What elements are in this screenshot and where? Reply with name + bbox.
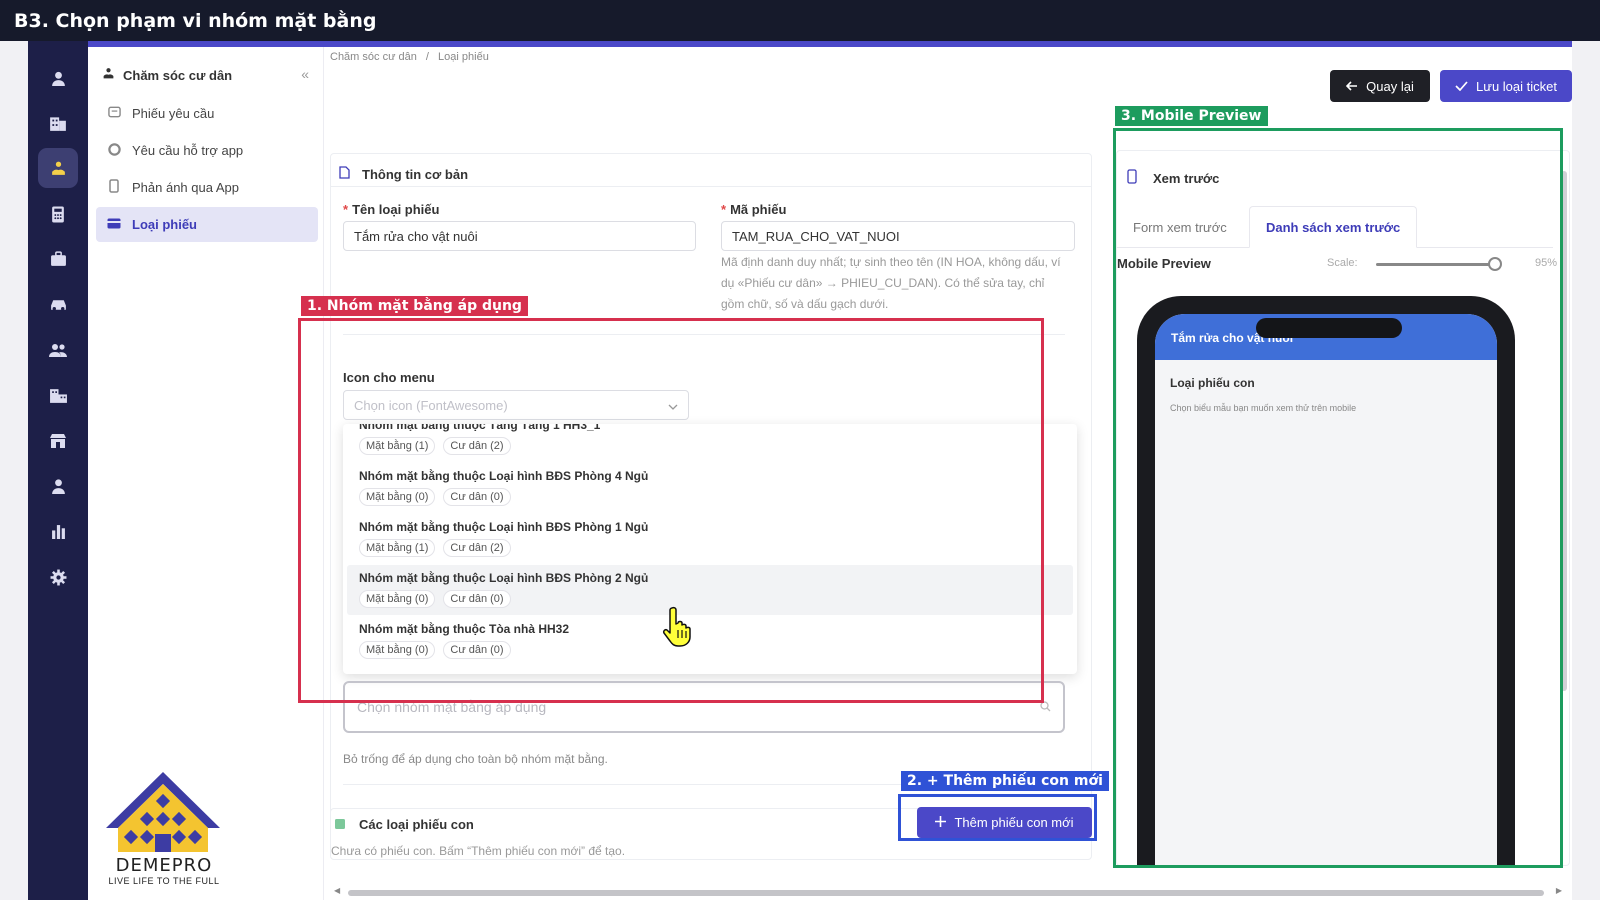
label-text: Mã phiếu bbox=[730, 202, 787, 217]
annotation-box-add-sub-ticket bbox=[898, 794, 1097, 841]
save-ticket-type-button[interactable]: Lưu loại ticket bbox=[1440, 70, 1572, 102]
ticket-name-input[interactable]: Tắm rửa cho vật nuôi bbox=[343, 221, 696, 251]
user-icon[interactable] bbox=[38, 58, 78, 98]
demepro-logo: DEMEPRO LIVE LIFE TO THE FULL bbox=[104, 770, 224, 886]
breadcrumb: Chăm sóc cư dân / Loại phiếu bbox=[330, 51, 489, 63]
sidebar-item-label: Yêu cầu hỗ trợ app bbox=[132, 143, 244, 158]
annotation-label-add-sub-ticket: 2. + Thêm phiếu con mới bbox=[901, 771, 1109, 791]
hands-care-icon[interactable] bbox=[38, 148, 78, 188]
property-group-hint: Bỏ trống để áp dụng cho toàn bộ nhóm mặt… bbox=[343, 752, 608, 766]
annotation-box-mobile-preview bbox=[1113, 128, 1563, 868]
ticket-name-label: * Tên loại phiếu bbox=[343, 202, 439, 217]
left-margin bbox=[0, 41, 28, 900]
back-button[interactable]: Quay lại bbox=[1330, 70, 1430, 102]
horizontal-scrollbar[interactable]: ◀ ▶ bbox=[330, 886, 1566, 900]
sidebar-item-label: Phản ánh qua App bbox=[132, 180, 239, 195]
sidebar-item-label: Phiếu yêu cầu bbox=[132, 106, 215, 121]
briefcase-icon[interactable] bbox=[38, 239, 78, 279]
slide-title: B3. Chọn phạm vi nhóm mặt bằng bbox=[0, 0, 1600, 41]
sidebar-item-yeu-cau-ho-tro-app[interactable]: Yêu cầu hỗ trợ app bbox=[96, 133, 318, 168]
label-text: Tên loại phiếu bbox=[352, 202, 440, 217]
sidebar-item-label: Loại phiếu bbox=[132, 217, 197, 232]
sub-ticket-header: Các loại phiếu con bbox=[335, 817, 474, 832]
annotation-label-mobile-preview: 3. Mobile Preview bbox=[1115, 106, 1268, 126]
annotation-label-property-group: 1. Nhóm mặt bằng áp dụng bbox=[301, 296, 528, 316]
sub-ticket-empty-text: Chưa có phiếu con. Bấm “Thêm phiếu con m… bbox=[331, 844, 626, 858]
logo-name: DEMEPRO bbox=[115, 855, 213, 876]
breadcrumb-item[interactable]: Chăm sóc cư dân bbox=[330, 51, 417, 63]
check-icon bbox=[1455, 79, 1468, 94]
required-mark: * bbox=[343, 202, 349, 217]
scroll-right-icon[interactable]: ▶ bbox=[1556, 886, 1562, 895]
document-icon bbox=[339, 166, 350, 182]
car-icon[interactable] bbox=[38, 284, 78, 324]
ticket-code-label: * Mã phiếu bbox=[721, 202, 786, 217]
ticket-code-input[interactable]: TAM_RUA_CHO_VAT_NUOI bbox=[721, 221, 1075, 251]
basic-info-title: Thông tin cơ bản bbox=[362, 166, 469, 182]
sidebar-title: Chăm sóc cư dân bbox=[123, 67, 233, 83]
breadcrumb-item: Loại phiếu bbox=[438, 51, 489, 63]
support-icon bbox=[106, 142, 122, 159]
save-button-label: Lưu loại ticket bbox=[1476, 78, 1557, 94]
sidebar-item-loai-phieu[interactable]: Loại phiếu bbox=[96, 207, 318, 242]
logo-mark bbox=[106, 772, 220, 852]
list-icon bbox=[335, 817, 345, 832]
mobile-icon bbox=[106, 179, 122, 196]
sidebar-item-phieu-yeu-cau[interactable]: Phiếu yêu cầu bbox=[96, 96, 318, 131]
hand-cursor-icon bbox=[662, 604, 696, 648]
card-icon bbox=[106, 217, 122, 232]
ticket-icon bbox=[106, 106, 122, 121]
hands-care-icon bbox=[102, 67, 115, 83]
required-mark: * bbox=[721, 202, 727, 217]
store-icon[interactable] bbox=[38, 421, 78, 461]
sidebar-header: Chăm sóc cư dân bbox=[102, 67, 232, 83]
back-button-label: Quay lại bbox=[1366, 78, 1414, 94]
bar-chart-icon[interactable] bbox=[38, 511, 78, 551]
sub-ticket-title: Các loại phiếu con bbox=[359, 817, 474, 832]
scroll-left-icon[interactable]: ◀ bbox=[334, 886, 340, 895]
right-margin bbox=[1572, 41, 1600, 900]
person-icon[interactable] bbox=[38, 466, 78, 506]
basic-info-header: Thông tin cơ bản bbox=[339, 166, 468, 182]
collapse-sidebar-icon[interactable]: « bbox=[301, 66, 309, 82]
divider bbox=[331, 186, 1091, 187]
gear-icon[interactable] bbox=[38, 557, 78, 597]
sidebar-item-phan-anh-qua-app[interactable]: Phản ánh qua App bbox=[96, 170, 318, 205]
ticket-code-help: Mã định danh duy nhất; tự sinh theo tên … bbox=[721, 255, 1061, 311]
breadcrumb-separator: / bbox=[425, 51, 429, 63]
arrow-left-icon bbox=[1346, 79, 1358, 94]
city-icon[interactable] bbox=[38, 375, 78, 415]
scrollbar-thumb[interactable] bbox=[348, 890, 1544, 896]
users-icon[interactable] bbox=[38, 330, 78, 370]
building-icon[interactable] bbox=[38, 103, 78, 143]
calculator-icon[interactable] bbox=[38, 194, 78, 234]
logo-tagline: LIVE LIFE TO THE FULL bbox=[108, 876, 220, 886]
icon-rail bbox=[28, 41, 88, 900]
